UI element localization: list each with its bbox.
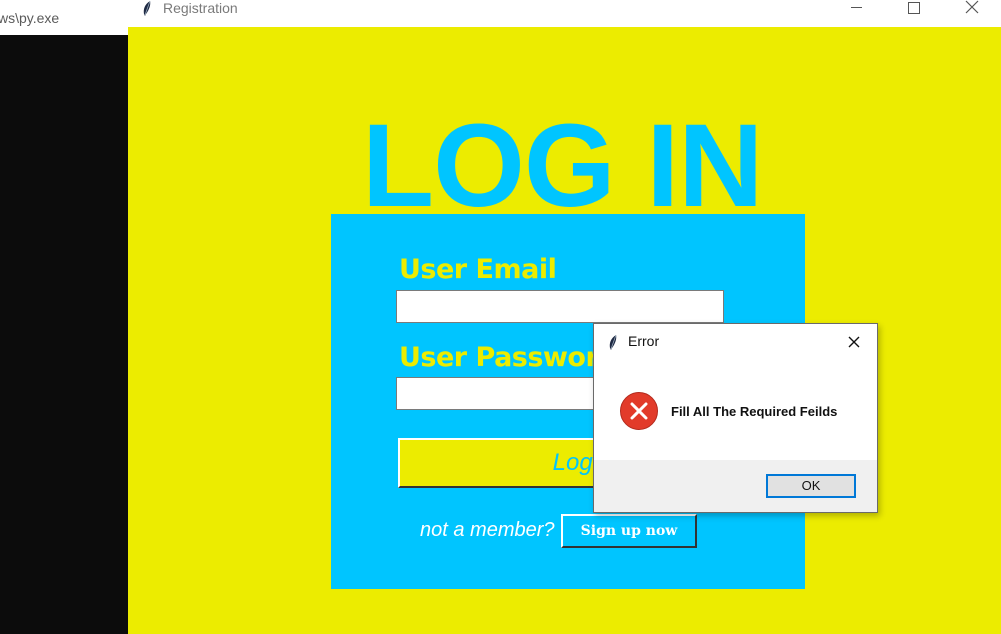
registration-window: Registration LOG IN User Email User Pass…	[128, 0, 1001, 634]
email-label: User Email	[399, 254, 557, 285]
email-field[interactable]	[396, 290, 724, 323]
dialog-footer: OK	[594, 460, 877, 512]
error-dialog: Error Fill All The Required Feilds OK	[593, 323, 878, 513]
console-title-text: ws\py.exe	[0, 10, 60, 26]
feather-icon	[143, 0, 151, 16]
error-icon	[620, 392, 658, 430]
page-title: LOG IN	[362, 100, 763, 232]
ok-button[interactable]: OK	[766, 474, 856, 498]
console-window-title: ws\py.exe	[0, 0, 128, 35]
close-button[interactable]	[952, 0, 992, 16]
signup-button[interactable]: Sign up now	[561, 514, 697, 548]
console-window-body	[0, 35, 128, 634]
password-label: User Password	[399, 342, 618, 373]
not-member-text: not a member?	[420, 519, 555, 541]
minimize-button[interactable]	[836, 0, 876, 16]
window-title: Registration	[163, 0, 238, 16]
title-bar[interactable]: Registration	[128, 0, 1001, 27]
maximize-icon	[908, 2, 920, 14]
close-icon[interactable]	[844, 332, 864, 352]
dialog-message: Fill All The Required Feilds	[671, 404, 838, 419]
minimize-icon	[851, 7, 862, 8]
maximize-button[interactable]	[894, 0, 934, 16]
feather-icon	[609, 334, 617, 350]
close-icon	[965, 0, 979, 14]
dialog-title: Error	[628, 333, 660, 349]
